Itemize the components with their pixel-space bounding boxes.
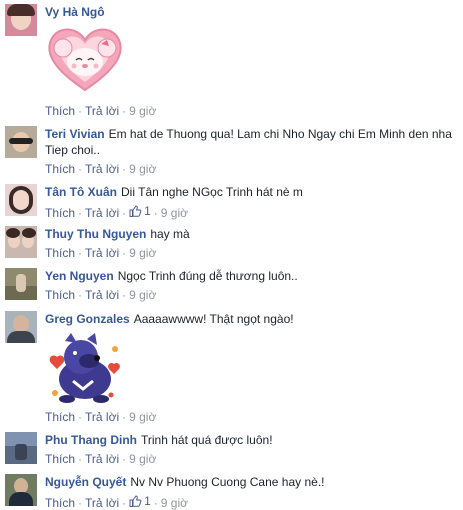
like-count-value: 1 xyxy=(144,494,151,508)
timestamp[interactable]: 9 giờ xyxy=(161,206,188,220)
commenter-name[interactable]: Greg Gonzales xyxy=(45,312,130,326)
like-link[interactable]: Thích xyxy=(45,246,75,260)
like-link[interactable]: Thích xyxy=(45,104,75,118)
comment-text: Ngọc Trinh đúng dễ thương luôn.. xyxy=(117,269,298,283)
avatar[interactable] xyxy=(5,474,37,506)
reply-link[interactable]: Trả lời xyxy=(85,206,119,220)
commenter-name[interactable]: Thuy Thu Nguyen xyxy=(45,227,146,241)
timestamp[interactable]: 9 giờ xyxy=(129,410,156,424)
like-count[interactable]: 1 xyxy=(129,204,151,218)
timestamp[interactable]: 9 giờ xyxy=(129,246,156,260)
avatar[interactable] xyxy=(5,268,37,300)
commenter-name[interactable]: Vy Hà Ngô xyxy=(45,5,105,19)
like-link[interactable]: Thích xyxy=(45,496,75,510)
avatar[interactable] xyxy=(5,184,37,216)
avatar[interactable] xyxy=(5,126,37,158)
commenter-name[interactable]: Nguyễn Quyết xyxy=(45,475,126,489)
comment-text: Aaaaawwww! Thật ngọt ngào! xyxy=(133,312,294,326)
like-link[interactable]: Thích xyxy=(45,452,75,466)
avatar[interactable] xyxy=(5,311,37,343)
avatar[interactable] xyxy=(5,432,37,464)
timestamp[interactable]: 9 giờ xyxy=(161,496,188,510)
comment-text: hay mà xyxy=(150,227,190,241)
like-link[interactable]: Thích xyxy=(45,206,75,220)
thumbs-up-icon xyxy=(129,495,142,507)
reply-link[interactable]: Trả lời xyxy=(85,288,119,302)
commenter-name[interactable]: Phu Thang Dinh xyxy=(45,433,137,447)
commenter-name[interactable]: Yen Nguyen xyxy=(45,269,114,283)
timestamp[interactable]: 9 giờ xyxy=(129,104,156,118)
reply-link[interactable]: Trả lời xyxy=(85,496,119,510)
commenter-name[interactable]: Teri Vivian xyxy=(45,127,105,141)
thumbs-up-icon xyxy=(129,205,142,217)
like-link[interactable]: Thích xyxy=(45,410,75,424)
reply-link[interactable]: Trả lời xyxy=(85,246,119,260)
timestamp[interactable]: 9 giờ xyxy=(129,162,156,176)
like-link[interactable]: Thích xyxy=(45,288,75,302)
commenter-name[interactable]: Tân Tô Xuân xyxy=(45,185,117,199)
comment-text: Trinh hát quá được luôn! xyxy=(141,433,273,447)
comment-text: Nv Nv Phuong Cuong Cane hay nè.! xyxy=(130,475,325,489)
like-link[interactable]: Thích xyxy=(45,162,75,176)
reply-link[interactable]: Trả lời xyxy=(85,162,119,176)
avatar[interactable] xyxy=(5,4,37,36)
reply-link[interactable]: Trả lời xyxy=(85,104,119,118)
comment-text: Dii Tân nghe NGọc Trinh hát nè m xyxy=(121,185,303,199)
avatar[interactable] xyxy=(5,226,37,258)
timestamp[interactable]: 9 giờ xyxy=(129,288,156,302)
like-count[interactable]: 1 xyxy=(129,494,151,508)
timestamp[interactable]: 9 giờ xyxy=(129,452,156,466)
sticker-heart-bear xyxy=(48,28,122,92)
reply-link[interactable]: Trả lời xyxy=(85,410,119,424)
reply-link[interactable]: Trả lời xyxy=(85,452,119,466)
like-count-value: 1 xyxy=(144,204,151,218)
sticker-bear xyxy=(49,333,120,403)
comment-text: Em hat de Thuong qua! Lam chi Nho Ngay c… xyxy=(45,127,452,157)
